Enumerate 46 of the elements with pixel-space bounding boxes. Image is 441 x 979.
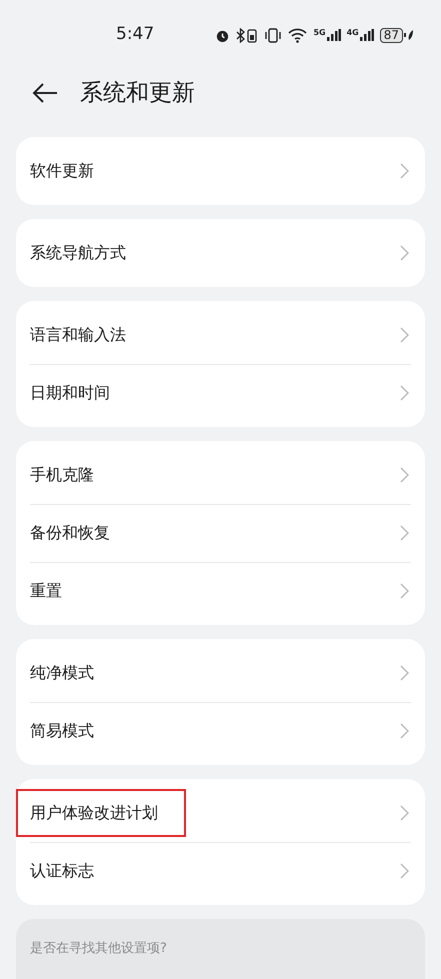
settings-item[interactable]: 用户体验改进计划: [16, 784, 425, 842]
settings-item[interactable]: 简易模式: [16, 702, 425, 760]
item-label: 软件更新: [30, 160, 94, 182]
back-arrow-icon[interactable]: [32, 83, 58, 103]
bluetooth-battery-icon: [236, 28, 258, 42]
item-label: 认证标志: [30, 860, 94, 882]
chevron-right-icon: [400, 525, 409, 541]
vibrate-icon: [264, 28, 282, 42]
chevron-right-icon: [400, 327, 409, 343]
chevron-right-icon: [400, 723, 409, 739]
settings-item[interactable]: 重置: [16, 562, 425, 620]
item-label: 纯净模式: [30, 662, 94, 684]
settings-item[interactable]: 备份和恢复: [16, 504, 425, 562]
leaf-icon: [404, 29, 413, 41]
item-label: 用户体验改进计划: [16, 789, 186, 837]
settings-item[interactable]: 认证标志: [16, 842, 425, 900]
signal-icon: [360, 29, 374, 41]
item-label: 手机克隆: [30, 464, 94, 486]
battery-indicator: 87: [380, 28, 403, 42]
settings-item[interactable]: 系统导航方式: [16, 224, 425, 282]
settings-item[interactable]: 日期和时间: [16, 364, 425, 422]
chevron-right-icon: [400, 385, 409, 401]
chevron-right-icon: [400, 245, 409, 261]
status-time: 5:47: [116, 23, 154, 46]
chevron-right-icon: [400, 163, 409, 179]
network-label: 5G: [313, 29, 326, 37]
settings-item[interactable]: 手机克隆: [16, 446, 425, 504]
settings-item[interactable]: 语言和输入法: [16, 306, 425, 364]
wifi-icon: [288, 28, 308, 42]
chevron-right-icon: [400, 665, 409, 681]
item-label: 备份和恢复: [30, 522, 110, 544]
item-label: 日期和时间: [30, 382, 110, 404]
item-label: 系统导航方式: [30, 242, 126, 264]
suggestion-text: 是否在寻找其他设置项?: [30, 941, 167, 956]
network-label: 4G: [346, 29, 359, 37]
signal-icon: [326, 29, 341, 41]
chevron-right-icon: [400, 805, 409, 821]
item-label: 重置: [30, 580, 62, 602]
chevron-right-icon: [400, 467, 409, 483]
item-label: 简易模式: [30, 720, 94, 742]
item-label: 语言和输入法: [30, 324, 126, 346]
settings-item[interactable]: 纯净模式: [16, 644, 425, 702]
page-title: 系统和更新: [80, 78, 195, 108]
chevron-right-icon: [400, 583, 409, 599]
chevron-right-icon: [400, 863, 409, 879]
settings-item[interactable]: 软件更新: [16, 142, 425, 200]
